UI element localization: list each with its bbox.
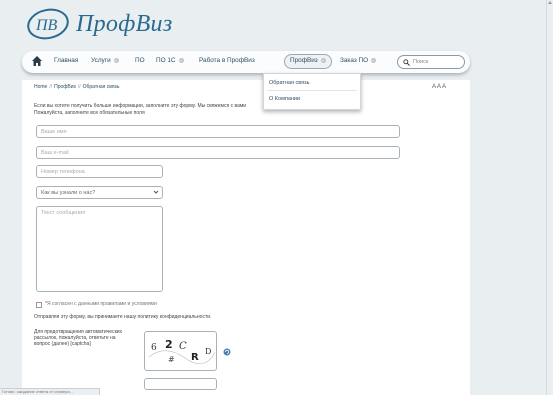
scroll-up-arrow-icon[interactable] [548, 1, 552, 4]
logo-monogram: ПВ [35, 17, 58, 34]
chevron-down-icon [320, 58, 326, 63]
captcha-glyphs: 6 2 C # R D [148, 338, 216, 365]
consent-text: Я согласен с данными правилами и условия… [46, 301, 157, 307]
site-logo[interactable]: ПВ ПрофВиз [26, 5, 173, 43]
nav-item-label: ПО [135, 57, 145, 64]
captcha-answer-input[interactable] [144, 378, 217, 390]
message-textarea[interactable]: Текст сообщения [36, 206, 163, 292]
nav-item-label: Главная [54, 57, 79, 64]
submenu-item-about[interactable]: О Компании [269, 96, 300, 102]
breadcrumb-separator: // [49, 84, 53, 90]
breadcrumb-profviz[interactable]: ПрофВиз [54, 84, 76, 90]
captcha-char: # [168, 355, 175, 364]
search-icon [403, 58, 410, 66]
captcha-char: 2 [165, 338, 173, 351]
nav-item-services[interactable]: Услуги [91, 57, 119, 64]
breadcrumb: Home//ПрофВиз//Обратная связь [34, 84, 119, 90]
breadcrumb-separator: // [77, 84, 81, 90]
source-select-value: Как вы узнали о нас? [41, 190, 96, 196]
nav-item-order[interactable]: Заказ ПО [340, 57, 377, 64]
captcha-label: Для предотвращения автоматических рассыл… [34, 329, 123, 347]
nav-item-label: Услуги [91, 57, 111, 64]
phone-field[interactable]: Номер телефона [36, 165, 163, 178]
refresh-icon[interactable] [223, 348, 231, 356]
captcha-char: 6 [151, 343, 157, 353]
nav-item-1c[interactable]: ПО 1С [156, 57, 184, 64]
captcha-char: R [191, 352, 199, 363]
search-placeholder: Поиск [413, 59, 429, 65]
nav-item-label: ПО 1С [156, 57, 176, 64]
email-placeholder: Ваш e-mail [41, 150, 69, 156]
main-nav: Главная Услуги ПО ПО 1С Работа в ПрофВиз… [22, 51, 470, 73]
breadcrumb-home[interactable]: Home [34, 84, 47, 90]
captcha-image: 6 2 C # R D [144, 331, 217, 371]
nav-item-label: Работа в ПрофВиз [199, 57, 255, 64]
submenu-divider [267, 90, 357, 91]
nav-item-home[interactable]: Главная [54, 57, 78, 64]
submenu-profviz: Обратная связь О Компании [263, 73, 361, 110]
captcha-char: C [179, 341, 187, 352]
chevron-down-icon [371, 58, 377, 63]
name-field[interactable]: Ваше имя [36, 125, 400, 138]
submenu-item-feedback[interactable]: Обратная связь [269, 80, 310, 86]
consent-checkbox[interactable] [36, 302, 42, 308]
message-placeholder: Текст сообщения [41, 210, 86, 216]
captcha-char: D [205, 347, 211, 356]
email-field[interactable]: Ваш e-mail [36, 146, 400, 159]
main-content: Home//ПрофВиз//Обратная связь A A A Если… [22, 80, 470, 395]
vertical-scrollbar[interactable] [546, 0, 553, 395]
nav-item-label: ПрофВиз [290, 57, 318, 64]
phone-placeholder: Номер телефона [41, 169, 85, 175]
name-placeholder: Ваше имя [41, 129, 67, 135]
consent-label: *Я согласен с данными правилами и услови… [45, 301, 157, 307]
source-select[interactable]: Как вы узнали о нас? [36, 186, 163, 199]
home-icon[interactable] [31, 55, 43, 67]
logo-text: ПрофВиз [76, 10, 173, 37]
nav-item-careers[interactable]: Работа в ПрофВиз [199, 57, 255, 64]
intro-line-2: Пожалуйста, заполните все обязательные п… [34, 109, 145, 116]
privacy-policy-note: Отправляя эту форму, вы принимаете нашу … [34, 314, 212, 320]
font-size-controls[interactable]: A A A [432, 84, 446, 90]
nav-item-label: Заказ ПО [340, 57, 369, 64]
nav-item-profviz[interactable]: ПрофВиз [290, 57, 326, 64]
chevron-down-icon [113, 58, 119, 63]
breadcrumb-current: Обратная связь [82, 84, 120, 90]
browser-status-bar: Готово: ожидание ответа от сервера… [0, 388, 100, 395]
nav-item-software[interactable]: ПО [135, 57, 145, 64]
chevron-down-icon [178, 58, 184, 63]
chevron-down-icon [153, 190, 159, 194]
search-input[interactable]: Поиск [397, 55, 465, 69]
logo-mark-icon: ПВ [27, 8, 69, 40]
